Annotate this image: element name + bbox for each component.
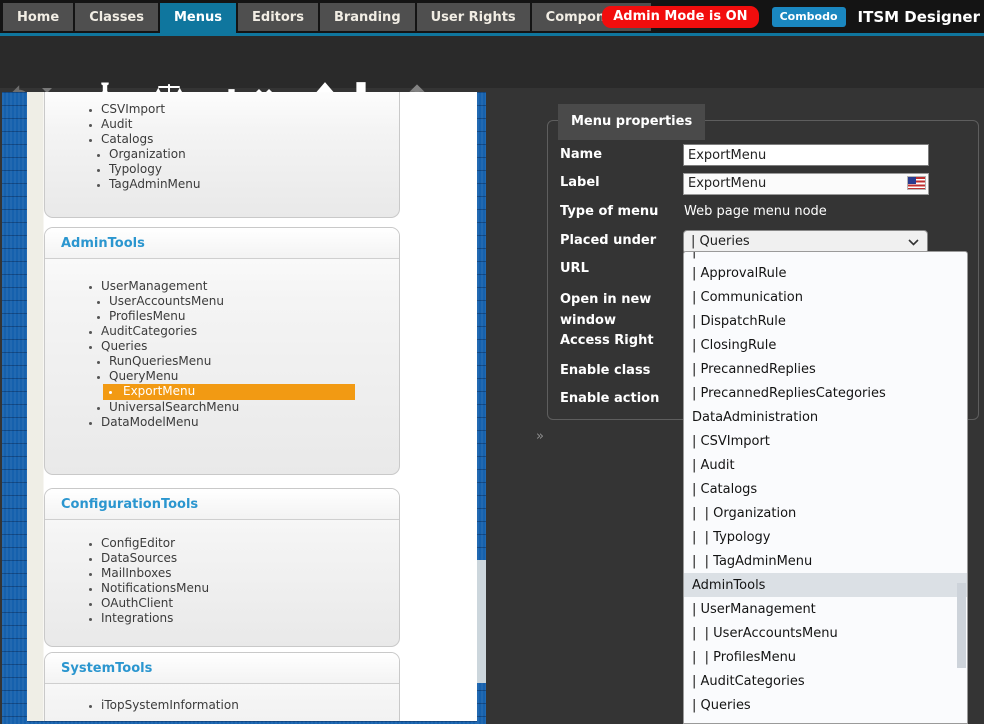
dropdown-option-approvalrule[interactable]: | ApprovalRule xyxy=(684,261,967,285)
dropdown-option-profilesmenu[interactable]: | | ProfilesMenu xyxy=(684,645,967,669)
tree-item-oauthclient[interactable]: OAuthClient xyxy=(101,596,399,611)
type-of-menu-value: Web page menu node xyxy=(684,204,827,219)
menu-card: CSVImportAuditCatalogsOrganizationTypolo… xyxy=(44,92,400,218)
dropdown-option-dataadministration[interactable]: DataAdministration xyxy=(684,405,967,429)
left-denim-background xyxy=(2,92,27,724)
tab-user-rights[interactable]: User Rights xyxy=(417,3,530,31)
app-title: ITSM Designer xyxy=(858,8,980,26)
dropdown-option-partial[interactable]: | xyxy=(684,252,967,261)
tree-item-auditcategories[interactable]: AuditCategories xyxy=(101,324,399,339)
field-label-open-in-new-window: Open in new window xyxy=(560,289,665,331)
tree-item-runqueriesmenu[interactable]: RunQueriesMenu xyxy=(109,354,399,369)
dropdown-option-typology[interactable]: | | Typology xyxy=(684,525,967,549)
field-label-name: Name xyxy=(560,147,678,162)
dropdown-option-audit[interactable]: | Audit xyxy=(684,453,967,477)
tree-item-tagadminmenu[interactable]: TagAdminMenu xyxy=(109,177,399,192)
dropdown-option-precannedreplies[interactable]: | PrecannedReplies xyxy=(684,357,967,381)
menu-card-systemtools: SystemTools iTopSystemInformation xyxy=(44,652,400,721)
tab-menus[interactable]: Menus xyxy=(160,3,236,36)
tab-editors[interactable]: Editors xyxy=(238,3,318,31)
top-tab-bar: HomeClassesMenusEditorsBrandingUser Righ… xyxy=(0,0,984,36)
tree-item-mailinboxes[interactable]: MailInboxes xyxy=(101,566,399,581)
tree-item-queries[interactable]: Queries xyxy=(101,339,399,354)
tree-item-universalsearchmenu[interactable]: UniversalSearchMenu xyxy=(109,400,399,415)
dropdown-option-catalogs[interactable]: | Catalogs xyxy=(684,477,967,501)
field-label-label: Label xyxy=(560,175,678,190)
main-tabs: HomeClassesMenusEditorsBrandingUser Righ… xyxy=(3,3,651,36)
placed-under-dropdown-list: || ApprovalRule| Communication| Dispatch… xyxy=(683,251,968,724)
dropdown-option-queries[interactable]: | Queries xyxy=(684,693,967,717)
chevron-down-icon xyxy=(908,239,919,246)
dropdown-option-auditcategories[interactable]: | AuditCategories xyxy=(684,669,967,693)
dropdown-option-closingrule[interactable]: | ClosingRule xyxy=(684,333,967,357)
tree-item-organization[interactable]: Organization xyxy=(109,147,399,162)
tree-item-integrations[interactable]: Integrations xyxy=(101,611,399,626)
left-pane-scrollbar-thumb[interactable] xyxy=(477,560,486,683)
dropdown-option-admintools[interactable]: AdminTools xyxy=(684,573,967,597)
field-label-enable-class: Enable class xyxy=(560,363,678,378)
menu-card-admintools: AdminTools UserManagementUserAccountsMenu… xyxy=(44,227,400,475)
tree-item-exportmenu[interactable]: ExportMenu xyxy=(103,384,355,400)
tree-item-profilesmenu[interactable]: ProfilesMenu xyxy=(109,309,399,324)
label-input[interactable] xyxy=(683,173,929,195)
dropdown-option-usermanagement[interactable]: | UserManagement xyxy=(684,597,967,621)
dropdown-option-precannedrepliescategories[interactable]: | PrecannedRepliesCategories xyxy=(684,381,967,405)
menu-hierarchy-pane: CSVImportAuditCatalogsOrganizationTypolo… xyxy=(27,92,477,721)
itsm-designer-window: HomeClassesMenusEditorsBrandingUser Righ… xyxy=(0,0,984,724)
tree-item-notificationsmenu[interactable]: NotificationsMenu xyxy=(101,581,399,596)
toolbar xyxy=(0,36,984,88)
tree-item-catalogs[interactable]: Catalogs xyxy=(101,132,399,147)
tree-item-csvimport[interactable]: CSVImport xyxy=(101,102,399,117)
dropdown-option-dispatchrule[interactable]: | DispatchRule xyxy=(684,309,967,333)
dropdown-option-tagadminmenu[interactable]: | | TagAdminMenu xyxy=(684,549,967,573)
field-label-url: URL xyxy=(560,261,678,276)
tree-item-itopsysteminformation[interactable]: iTopSystemInformation xyxy=(101,698,399,713)
dropdown-option-useraccountsmenu[interactable]: | | UserAccountsMenu xyxy=(684,621,967,645)
menu-card-configurationtools: ConfigurationTools ConfigEditorDataSource… xyxy=(44,488,400,647)
topbar-right: Admin Mode is ON Combodo ITSM Designer xyxy=(602,0,982,33)
section-title: AdminTools xyxy=(45,228,399,259)
tree-item-datamodelmenu[interactable]: DataModelMenu xyxy=(101,415,399,430)
section-title: ConfigurationTools xyxy=(45,489,399,520)
tree-item-useraccountsmenu[interactable]: UserAccountsMenu xyxy=(109,294,399,309)
tree-item-usermanagement[interactable]: UserManagement xyxy=(101,279,399,294)
tab-home[interactable]: Home xyxy=(3,3,73,31)
field-label-access-right: Access Right xyxy=(560,333,678,348)
label-input-wrap xyxy=(683,172,927,194)
us-flag-icon xyxy=(908,177,925,189)
tab-branding[interactable]: Branding xyxy=(320,3,415,31)
placed-under-value: | Queries xyxy=(691,234,750,249)
dropdown-option-organization[interactable]: | | Organization xyxy=(684,501,967,525)
tree-item-datasources[interactable]: DataSources xyxy=(101,551,399,566)
admin-mode-badge: Admin Mode is ON xyxy=(602,6,758,28)
menu-properties-tab: Menu properties xyxy=(558,104,705,140)
collapse-pane-chevron-icon[interactable]: » xyxy=(536,429,544,444)
field-label-placed-under: Placed under xyxy=(560,233,678,248)
dropdown-option-communication[interactable]: | Communication xyxy=(684,285,967,309)
tree-item-typology[interactable]: Typology xyxy=(109,162,399,177)
dropdown-option-csvimport[interactable]: | CSVImport xyxy=(684,429,967,453)
tab-classes[interactable]: Classes xyxy=(75,3,158,31)
tree-item-audit[interactable]: Audit xyxy=(101,117,399,132)
field-label-type: Type of menu xyxy=(560,204,678,219)
tree-item-configeditor[interactable]: ConfigEditor xyxy=(101,536,399,551)
menu-cards: CSVImportAuditCatalogsOrganizationTypolo… xyxy=(44,92,400,721)
combodo-brand-badge: Combodo xyxy=(772,7,846,27)
dropdown-scrollbar-thumb[interactable] xyxy=(957,583,966,668)
name-input[interactable] xyxy=(683,144,929,166)
tree-item-querymenu[interactable]: QueryMenu xyxy=(109,369,399,384)
field-label-enable-action: Enable action xyxy=(560,391,678,406)
section-title: SystemTools xyxy=(45,653,399,684)
